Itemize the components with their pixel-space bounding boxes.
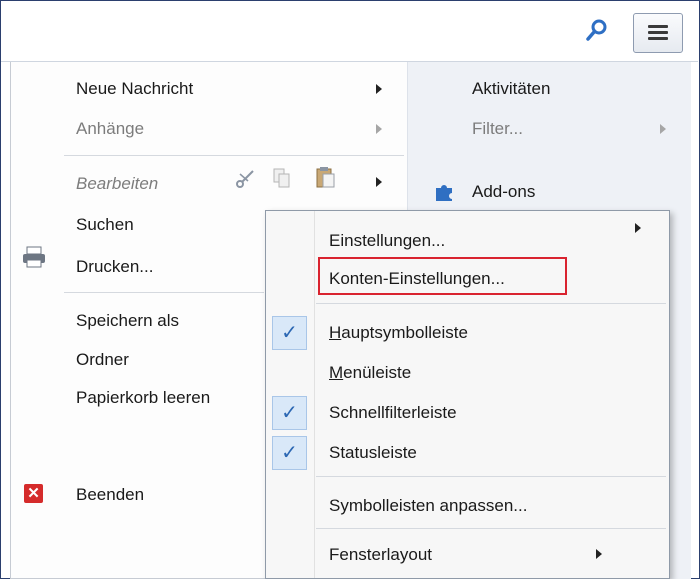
menu-item-aktivitaeten[interactable]: Aktivitäten xyxy=(472,79,550,99)
search-icon[interactable] xyxy=(585,18,609,44)
submenu-arrow-icon xyxy=(596,549,602,559)
submenu-ansicht: Einstellungen... Konten-Einstellungen...… xyxy=(265,210,670,579)
hamburger-icon-bar xyxy=(648,37,668,40)
menu-item-drucken[interactable]: Drucken... xyxy=(76,257,153,277)
separator xyxy=(316,303,666,304)
menu-item-filter[interactable]: Filter... xyxy=(472,119,523,139)
menu-item-menueleiste[interactable]: Menüleiste xyxy=(329,363,411,383)
copy-icon[interactable] xyxy=(272,167,292,189)
separator xyxy=(64,292,264,293)
menu-item-label: auptsymbolleiste xyxy=(341,323,468,342)
printer-icon xyxy=(23,246,45,268)
submenu-arrow-icon xyxy=(376,84,382,94)
menu-item-konten-einstellungen[interactable]: Konten-Einstellungen... xyxy=(329,269,505,289)
menu-item-bearbeiten[interactable]: Bearbeiten xyxy=(76,174,158,194)
menu-item-symbolleisten-anpassen[interactable]: Symbolleisten anpassen... xyxy=(329,496,527,516)
check-statusleiste: ✓ xyxy=(272,436,307,470)
app-menu-button[interactable] xyxy=(633,13,683,53)
menu-item-statusleiste[interactable]: Statusleiste xyxy=(329,443,417,463)
menu-item-einstellungen[interactable]: Einstellungen... xyxy=(329,231,445,251)
menu-item-anhaenge[interactable]: Anhänge xyxy=(76,119,144,139)
submenu-arrow-icon xyxy=(376,177,382,187)
puzzle-icon xyxy=(436,185,452,201)
hamburger-icon xyxy=(648,25,668,28)
menu-item-add-ons[interactable]: Add-ons xyxy=(472,182,535,202)
submenu-gutter xyxy=(266,211,315,578)
menu-item-suchen[interactable]: Suchen xyxy=(76,215,134,235)
menu-item-neue-nachricht[interactable]: Neue Nachricht xyxy=(76,79,193,99)
accesskey-label: M xyxy=(329,363,344,382)
menu-item-beenden[interactable]: Beenden xyxy=(76,485,144,505)
submenu-arrow-icon xyxy=(635,223,641,233)
menu-item-ordner[interactable]: Ordner xyxy=(76,350,129,370)
cut-icon[interactable] xyxy=(234,167,256,189)
menu-item-speichern-als[interactable]: Speichern als xyxy=(76,311,179,331)
check-hauptsymbolleiste: ✓ xyxy=(272,316,307,350)
separator xyxy=(316,476,666,477)
separator xyxy=(316,528,666,529)
menu-item-fensterlayout[interactable]: Fensterlayout xyxy=(329,545,432,565)
submenu-arrow-icon xyxy=(660,124,666,134)
menu-item-schnellfilterleiste[interactable]: Schnellfilterleiste xyxy=(329,403,457,423)
hamburger-icon-bar xyxy=(648,31,668,34)
close-red-icon: ✕ xyxy=(24,484,43,503)
menu-item-papierkorb-leeren[interactable]: Papierkorb leeren xyxy=(76,388,210,408)
accesskey-label: H xyxy=(329,323,342,342)
check-schnellfilterleiste: ✓ xyxy=(272,396,307,430)
menu-item-hauptsymbolleiste[interactable]: Hauptsymbolleiste xyxy=(329,323,468,343)
paste-icon[interactable] xyxy=(316,165,336,189)
menu-item-label: enüleiste xyxy=(343,363,412,382)
toolbar xyxy=(1,1,698,62)
submenu-arrow-icon xyxy=(376,124,382,134)
separator xyxy=(64,155,404,156)
